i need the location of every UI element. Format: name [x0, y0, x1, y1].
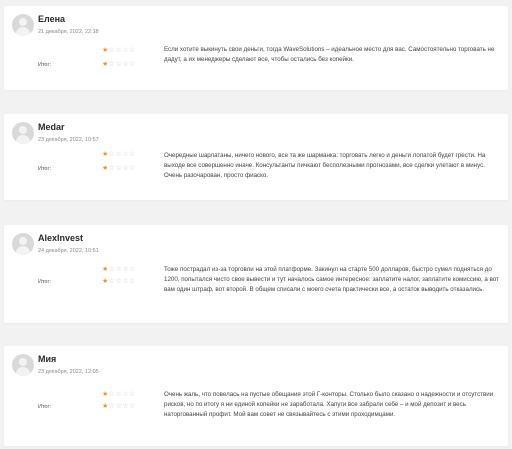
star-empty-icon: ☆ — [108, 391, 116, 398]
total-rating-stars: ★☆☆☆☆ — [102, 403, 136, 411]
star-empty-icon: ☆ — [129, 403, 136, 410]
avatar-placeholder-icon — [12, 354, 34, 376]
review-author: Мия — [38, 354, 57, 364]
rating-stars: ★☆☆☆☆ — [102, 47, 136, 55]
star-empty-icon: ☆ — [129, 61, 136, 68]
review-date: 24 декабря, 2022, 10:51 — [38, 248, 99, 254]
review-date: 23 декабря, 2022, 10:57 — [38, 137, 99, 143]
star-empty-icon: ☆ — [108, 151, 116, 158]
review-author: AlexInvest — [38, 233, 84, 243]
star-filled-icon: ★ — [102, 278, 109, 285]
review-text: Если хотите выкинуть свои деньги, тогда … — [164, 46, 495, 63]
review-card: Medar 23 декабря, 2022, 10:57 ★☆☆☆☆ Итог… — [4, 114, 508, 200]
total-label: Итог: — [38, 404, 52, 410]
review-text: Очередные шарлатаны, ничего нового, все … — [164, 152, 486, 179]
star-empty-icon: ☆ — [129, 391, 136, 398]
review-date: 21 декабря, 2022, 22:18 — [38, 29, 99, 35]
star-empty-icon: ☆ — [108, 61, 116, 68]
reviews-page: Елена 21 декабря, 2022, 22:18 ★☆☆☆☆ Итог… — [0, 0, 512, 449]
review-author: Елена — [38, 14, 66, 24]
total-rating-stars: ★☆☆☆☆ — [102, 165, 136, 173]
review-author: Medar — [38, 122, 65, 132]
star-filled-icon: ★ — [102, 165, 109, 172]
star-filled-icon: ★ — [102, 266, 109, 273]
total-rating-stars: ★☆☆☆☆ — [102, 278, 136, 286]
review-card: Елена 21 декабря, 2022, 22:18 ★☆☆☆☆ Итог… — [4, 6, 508, 90]
total-label: Итог: — [38, 62, 52, 68]
review-card: Мия 23 декабря, 2022, 12:05 ★☆☆☆☆ Итог: … — [4, 346, 508, 446]
star-empty-icon: ☆ — [129, 47, 136, 54]
rating-stars: ★☆☆☆☆ — [102, 151, 136, 159]
avatar-placeholder-icon — [12, 14, 34, 36]
star-filled-icon: ★ — [102, 61, 109, 68]
star-empty-icon: ☆ — [108, 278, 116, 285]
star-empty-icon: ☆ — [129, 278, 136, 285]
star-empty-icon: ☆ — [108, 47, 116, 54]
star-empty-icon: ☆ — [108, 165, 116, 172]
rating-stars: ★☆☆☆☆ — [102, 391, 136, 399]
star-filled-icon: ★ — [102, 47, 109, 54]
star-empty-icon: ☆ — [129, 151, 136, 158]
total-label: Итог: — [38, 279, 52, 285]
star-empty-icon: ☆ — [108, 266, 116, 273]
star-empty-icon: ☆ — [108, 403, 116, 410]
star-filled-icon: ★ — [102, 403, 109, 410]
total-rating-stars: ★☆☆☆☆ — [102, 61, 136, 69]
total-label: Итог: — [38, 166, 52, 172]
avatar-placeholder-icon — [12, 233, 34, 255]
avatar-placeholder-icon — [12, 122, 34, 144]
review-card: AlexInvest 24 декабря, 2022, 10:51 ★☆☆☆☆… — [4, 225, 508, 323]
rating-stars: ★☆☆☆☆ — [102, 266, 136, 274]
star-filled-icon: ★ — [102, 391, 109, 398]
star-empty-icon: ☆ — [129, 266, 136, 273]
star-filled-icon: ★ — [102, 151, 109, 158]
review-date: 23 декабря, 2022, 12:05 — [38, 369, 99, 375]
review-text: Тоже пострадал из-за торговли на этой пл… — [164, 266, 499, 293]
review-text: Очень жаль, что повелась на пустые обеща… — [164, 391, 494, 418]
star-empty-icon: ☆ — [129, 165, 136, 172]
